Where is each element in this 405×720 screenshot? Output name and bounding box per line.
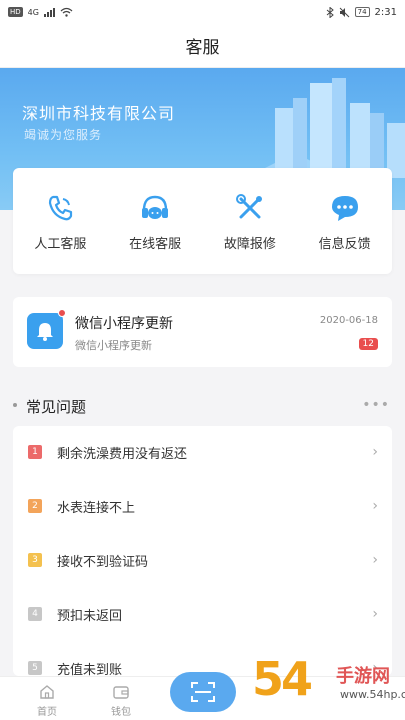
unread-dot [58,309,66,317]
watermark-logo: 54 手游网 www.54hp.com [252,648,405,720]
chat-bubble-icon [328,191,362,225]
wifi-icon [60,7,73,17]
faq-number: 2 [28,499,42,513]
wallet-icon [113,686,129,699]
headset-icon [138,191,172,225]
watermark-text: 手游网 [336,666,390,687]
notice-date: 2020-06-18 [319,315,378,326]
tab-wallet[interactable]: 钱包 [101,683,141,718]
service-label: 故障报修 [223,236,276,252]
faq-item[interactable]: 2 水表连接不上 › [13,480,392,534]
faq-header: 常见问题 ••• [13,393,392,419]
faq-list: 1 剩余洗澡费用没有返还 › 2 水表连接不上 › 3 接收不到验证码 › 4 … [13,426,392,676]
faq-number: 1 [28,445,42,459]
scan-button[interactable] [170,672,236,712]
service-online[interactable]: 在线客服 [115,191,195,252]
status-bar: HD 4G 74 2:31 [0,0,405,24]
service-label: 人工客服 [34,236,87,252]
notice-count-badge: 12 [358,338,378,350]
watermark-mark: 54 [252,652,313,706]
faq-item[interactable]: 3 接收不到验证码 › [13,534,392,588]
faq-item[interactable]: 1 剩余洗澡费用没有返还 › [13,426,392,480]
chevron-right-icon: › [372,444,378,460]
notice-card[interactable]: 微信小程序更新 微信小程序更新 2020-06-18 12 [13,297,392,367]
status-time: 2:31 [374,6,397,18]
chevron-right-icon: › [372,552,378,568]
section-dot [13,403,17,407]
home-icon [40,685,54,699]
status-left: HD 4G [8,7,73,17]
service-card: 人工客服 在线客服 故障报修 信息反馈 [13,168,392,274]
service-manual[interactable]: 人工客服 [20,191,100,252]
bluetooth-icon [326,6,334,18]
tab-label: 首页 [37,707,57,718]
more-icon[interactable]: ••• [362,397,390,413]
faq-question: 接收不到验证码 [57,555,149,570]
service-label: 信息反馈 [318,236,371,252]
chevron-right-icon: › [372,606,378,622]
phone-icon [43,191,77,225]
chevron-right-icon: › [372,498,378,514]
tools-icon [233,191,267,225]
battery-icon: 74 [354,7,370,17]
status-right: 74 2:31 [326,6,397,18]
notice-title: 微信小程序更新 [75,316,173,332]
nav-bar: 客服 [0,24,405,68]
faq-question: 水表连接不上 [57,501,136,516]
service-label: 在线客服 [129,236,182,252]
page-title: 客服 [185,38,220,58]
faq-question: 预扣未返回 [57,609,123,624]
tab-label: 钱包 [111,707,131,718]
company-name: 深圳市科技有限公司 [22,104,176,123]
faq-number: 3 [28,553,42,567]
network-label: 4G [27,7,39,17]
service-feedback[interactable]: 信息反馈 [305,191,385,252]
tab-home[interactable]: 首页 [27,683,67,718]
faq-item[interactable]: 4 预扣未返回 › [13,588,392,642]
service-repair[interactable]: 故障报修 [210,191,290,252]
faq-question: 充值未到账 [57,663,123,676]
faq-title: 常见问题 [26,398,87,416]
company-slogan: 竭诚为您服务 [24,128,103,142]
watermark-url: www.54hp.com [340,688,405,701]
notice-subtitle: 微信小程序更新 [75,339,152,352]
faq-question: 剩余洗澡费用没有返还 [57,447,188,462]
scan-icon [191,682,215,702]
hd-indicator: HD [8,7,23,17]
faq-number: 5 [28,661,42,675]
bell-icon [27,313,63,349]
signal-icon [43,7,55,17]
mute-icon [339,7,349,17]
faq-number: 4 [28,607,42,621]
